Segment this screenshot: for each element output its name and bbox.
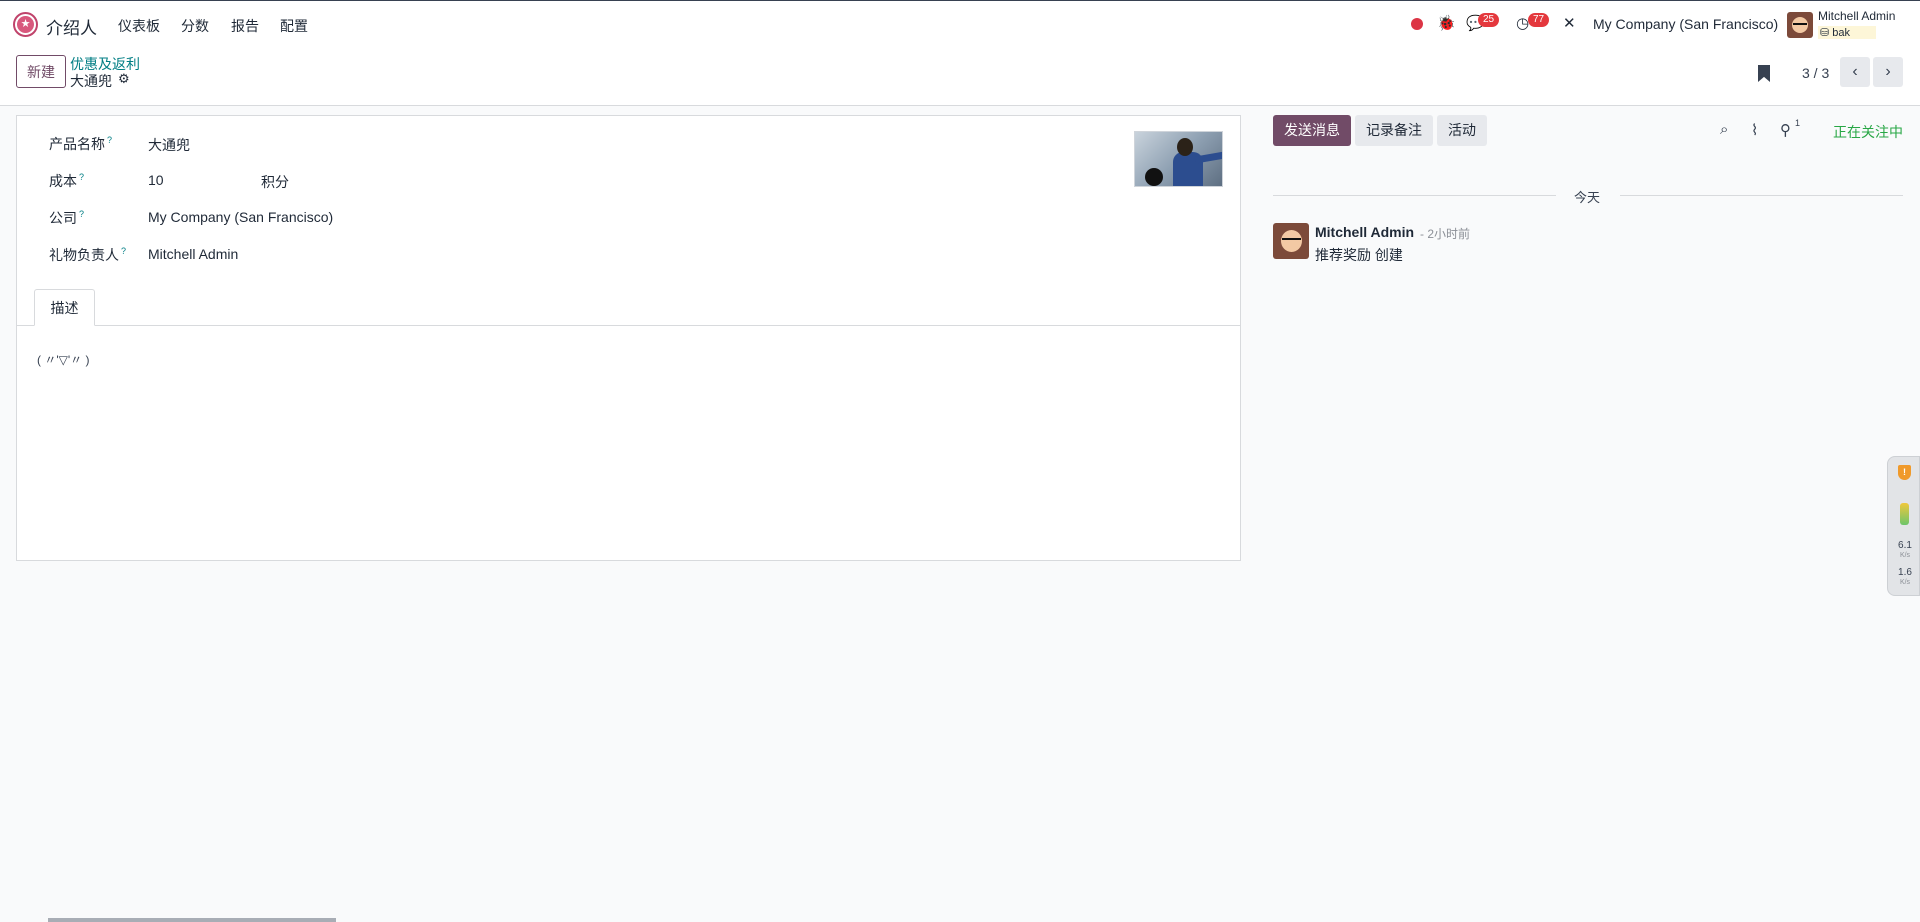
top-navbar: ★ 介绍人 仪表板 分数 报告 配置 🐞 💬 25 ◷ 77 ✕ My Comp… (0, 0, 1920, 46)
user-menu[interactable]: Mitchell Admin ⛁ bak (1818, 9, 1900, 41)
message-author[interactable]: Mitchell Admin (1315, 224, 1414, 240)
download-speed-value: 1.6 (1898, 567, 1912, 578)
upload-speed-value: 6.1 (1898, 540, 1912, 551)
chevron-right-icon: › (1885, 63, 1891, 80)
pager-previous-button[interactable]: ‹ (1840, 57, 1870, 87)
usage-meter-icon (1900, 503, 1909, 525)
label-text: 成本 (49, 173, 77, 189)
recording-indicator-icon[interactable] (1411, 18, 1423, 30)
date-separator-line (1273, 195, 1556, 196)
download-speed: 1.6 K/s (1891, 568, 1919, 588)
cost-field[interactable]: 10 (148, 172, 164, 188)
menu-reports[interactable]: 报告 (231, 16, 259, 36)
send-message-button[interactable]: 发送消息 (1273, 115, 1351, 146)
paperclip-icon[interactable]: ⌇ (1751, 121, 1758, 139)
network-speed-widget[interactable]: ! 6.1 K/s 1.6 K/s (1887, 456, 1920, 596)
menu-points[interactable]: 分数 (181, 16, 209, 36)
cost-unit: 积分 (261, 174, 289, 190)
pager-value[interactable]: 3 / 3 (1802, 65, 1829, 81)
database-tag: ⛁ bak (1818, 26, 1877, 39)
help-tooltip-icon[interactable]: ? (107, 135, 112, 145)
debug-bug-icon[interactable]: 🐞 (1437, 14, 1456, 32)
company-field[interactable]: My Company (San Francisco) (148, 209, 333, 225)
help-tooltip-icon[interactable]: ? (79, 209, 84, 219)
tab-description[interactable]: 描述 (34, 289, 95, 326)
message-author-avatar[interactable] (1273, 223, 1309, 259)
company-switcher[interactable]: My Company (San Francisco) (1593, 16, 1778, 32)
chevron-left-icon: ‹ (1852, 63, 1858, 80)
form-sheet: 产品名称? 大通兜 成本? 10 积分 公司? My Company (San … (16, 115, 1241, 561)
control-panel: 新建 优惠及返利 大通兜 ⚙ 3 / 3 ‹ › (0, 46, 1920, 106)
search-icon[interactable]: ⌕ (1720, 121, 1728, 138)
message-time: - 2小时前 (1420, 227, 1471, 241)
activity-button[interactable]: 活动 (1437, 115, 1487, 146)
followers-count: 1 (1795, 118, 1801, 128)
bookmark-icon[interactable] (1758, 65, 1770, 82)
log-note-button[interactable]: 记录备注 (1355, 115, 1433, 146)
tools-icon[interactable]: ✕ (1563, 14, 1576, 32)
user-avatar[interactable] (1787, 12, 1813, 38)
description-editor[interactable]: ( 〃'▽'〃 ) (37, 351, 89, 368)
gear-icon[interactable]: ⚙ (118, 71, 130, 87)
label-text: 礼物负责人 (49, 247, 119, 263)
shield-icon: ! (1898, 465, 1911, 480)
label-text: 公司 (49, 210, 77, 226)
field-label-cost: 成本? (49, 171, 84, 191)
menu-dashboard[interactable]: 仪表板 (118, 16, 160, 36)
tab-divider (17, 325, 1240, 326)
followers-icon[interactable]: ⚲ (1780, 121, 1791, 139)
app-logo-icon[interactable]: ★ (13, 12, 38, 37)
label-text: 产品名称 (49, 136, 105, 152)
breadcrumb-current: 大通兜 (70, 73, 112, 89)
following-button[interactable]: 正在关注中 (1833, 122, 1903, 142)
field-label-product-name: 产品名称? (49, 134, 112, 154)
help-tooltip-icon[interactable]: ? (121, 246, 126, 256)
new-button[interactable]: 新建 (16, 55, 66, 88)
gift-responsible-field[interactable]: Mitchell Admin (148, 246, 238, 262)
user-name: Mitchell Admin (1818, 9, 1896, 23)
activities-count-badge: 77 (1528, 13, 1550, 27)
product-image[interactable] (1134, 131, 1223, 187)
date-separator-line (1620, 195, 1903, 196)
message-body: 推荐奖励 创建 (1315, 247, 1403, 263)
field-label-gift-responsible: 礼物负责人? (49, 245, 126, 265)
product-name-field[interactable]: 大通兜 (148, 135, 190, 155)
database-name: bak (1832, 27, 1851, 39)
speed-unit: K/s (1899, 552, 1911, 559)
help-tooltip-icon[interactable]: ? (79, 172, 84, 182)
activities-clock-icon[interactable]: ◷ (1516, 14, 1529, 32)
app-name[interactable]: 介绍人 (46, 14, 97, 39)
pager-next-button[interactable]: › (1873, 57, 1903, 87)
horizontal-scrollbar[interactable] (48, 918, 336, 922)
menu-configuration[interactable]: 配置 (280, 16, 308, 36)
messages-count-badge: 25 (1478, 13, 1500, 27)
date-separator-label: 今天 (1574, 190, 1601, 205)
speed-unit: K/s (1899, 579, 1911, 586)
upload-speed: 6.1 K/s (1891, 541, 1919, 561)
field-label-company: 公司? (49, 208, 84, 228)
